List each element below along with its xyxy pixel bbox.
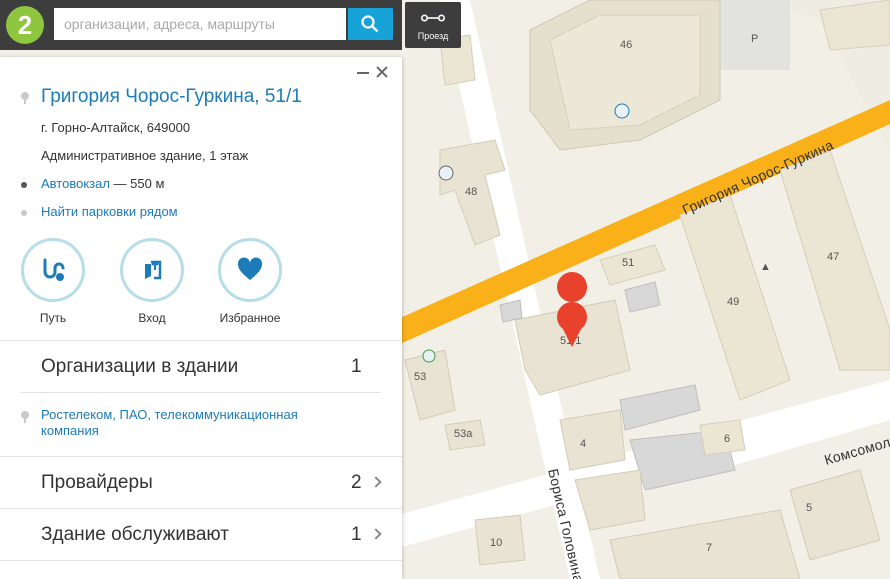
search-bar: 2 [0,0,402,50]
magnifier-icon [361,15,379,33]
place-description: Административное здание, 1 этаж [41,148,249,163]
transit-stop-distance: — 550 м [109,176,165,191]
service-section[interactable]: Здание обслуживают 1 [0,509,402,559]
search-button[interactable] [348,8,393,40]
search-input[interactable] [54,8,346,40]
chevron-right-icon [370,528,382,540]
map-label-7: 7 [706,542,712,554]
organization-link[interactable]: Ростелеком, ПАО, телекоммуникационная ко… [41,407,351,439]
organizations-section[interactable]: Организации в здании 1 [0,341,402,391]
transit-stop-icon [21,182,27,188]
map-label-48: 48 [465,186,477,198]
route-button[interactable]: Проезд [405,2,461,48]
route-icon [421,14,445,22]
school-icon[interactable] [438,165,454,181]
close-button[interactable] [375,65,389,79]
logo-icon[interactable]: 2 [6,6,44,44]
service-label: Здание обслуживают [41,524,229,545]
map-label-5: 5 [806,502,812,514]
poi-icon[interactable] [614,103,630,119]
find-parking-link[interactable]: Найти парковки рядом [41,204,178,219]
pin-icon [21,92,29,104]
place-title[interactable]: Григория Чорос-Гуркина, 51/1 [41,86,302,108]
map-label-10: 10 [490,537,502,549]
entrance-action-button[interactable]: Вход [112,238,192,325]
pin-icon [21,411,29,423]
map-label-53: 53 [414,371,426,383]
heart-icon [237,257,263,280]
minimize-button[interactable] [356,65,370,79]
organizations-label: Организации в здании [41,356,239,377]
parking-dot-icon [21,210,27,216]
route-button-label: Проезд [417,31,449,41]
route-action-label: Путь [39,311,67,325]
store-icon[interactable] [422,349,436,363]
entrance-icon [145,260,162,280]
entrance-action-label: Вход [138,311,166,325]
route-action-button[interactable]: Путь [13,238,93,325]
divider [21,392,381,393]
favorite-action-button[interactable]: Избранное [210,238,290,325]
chevron-right-icon [370,476,382,488]
map-label-47: 47 [827,251,839,263]
organizations-count: 1 [351,356,362,377]
transit-stop-link[interactable]: Автовокзал [41,176,110,191]
place-address: г. Горно-Алтайск, 649000 [41,120,191,135]
map-label-parking: P [751,33,758,45]
transit-stop-row: Автовокзал — 550 м [41,176,164,191]
map-label-4: 4 [580,438,586,450]
providers-count: 2 [351,472,362,493]
bank-icon[interactable]: ▲ [760,261,771,273]
divider [0,560,402,561]
map-label-53a: 53а [454,428,473,440]
providers-section[interactable]: Провайдеры 2 [0,457,402,507]
map-label-49: 49 [727,296,739,308]
map-label-46: 46 [620,39,632,51]
favorite-action-label: Избранное [219,311,281,325]
providers-label: Провайдеры [41,472,153,493]
place-card: Григория Чорос-Гуркина, 51/1 г. Горно-Ал… [0,57,402,579]
service-count: 1 [351,524,362,545]
map-label-6: 6 [724,433,730,445]
route-path-icon [43,258,65,281]
map-label-51: 51 [622,257,634,269]
